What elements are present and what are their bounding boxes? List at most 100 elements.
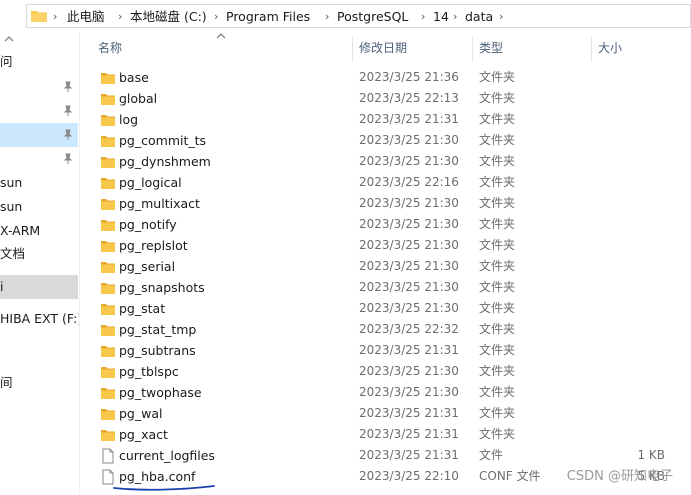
nav-item[interactable] bbox=[0, 99, 78, 123]
folder-row[interactable]: base 2023/3/25 21:36 文件夹 bbox=[96, 67, 691, 88]
column-header-size[interactable]: 大小 bbox=[598, 36, 622, 60]
file-name: global bbox=[119, 91, 158, 106]
folder-row[interactable]: pg_tblspc 2023/3/25 21:30 文件夹 bbox=[96, 361, 691, 382]
file-name: log bbox=[119, 112, 139, 127]
folder-row[interactable]: pg_commit_ts 2023/3/25 21:30 文件夹 bbox=[96, 130, 691, 151]
file-modified: 2023/3/25 21:30 bbox=[359, 196, 459, 210]
file-type: 文件夹 bbox=[479, 364, 516, 378]
file-modified: 2023/3/25 21:30 bbox=[359, 133, 459, 147]
nav-item-selected[interactable] bbox=[0, 123, 78, 147]
column-header-type[interactable]: 类型 bbox=[479, 36, 503, 60]
file-name: pg_multixact bbox=[119, 196, 200, 211]
nav-item-label: 文档 bbox=[0, 246, 26, 261]
breadcrumb-item[interactable]: 此电脑 bbox=[67, 8, 105, 26]
file-name: pg_tblspc bbox=[119, 364, 179, 379]
nav-item[interactable] bbox=[0, 147, 78, 171]
breadcrumb-item[interactable]: 14 bbox=[433, 8, 449, 26]
breadcrumb-item[interactable]: 本地磁盘 (C:) bbox=[130, 8, 207, 26]
file-modified: 2023/3/25 21:31 bbox=[359, 343, 459, 357]
folder-icon bbox=[101, 409, 115, 420]
column-header-name[interactable]: 名称 bbox=[98, 36, 122, 60]
nav-item[interactable] bbox=[0, 75, 78, 99]
nav-item[interactable]: HIBA EXT (F:) bbox=[0, 307, 80, 331]
chevron-right-icon[interactable]: › bbox=[118, 8, 122, 26]
chevron-right-icon[interactable]: › bbox=[499, 8, 503, 26]
file-name: pg_logical bbox=[119, 175, 182, 190]
folder-icon bbox=[101, 136, 115, 147]
column-divider[interactable] bbox=[352, 36, 353, 62]
file-type: 文件夹 bbox=[479, 133, 516, 147]
file-modified: 2023/3/25 21:30 bbox=[359, 217, 459, 231]
nav-item-current[interactable]: i bbox=[0, 275, 78, 299]
file-name: pg_twophase bbox=[119, 385, 202, 400]
address-bar[interactable]: › 此电脑 › 本地磁盘 (C:) › Program Files › Post… bbox=[26, 4, 691, 28]
folder-icon bbox=[101, 94, 115, 105]
file-row[interactable]: current_logfiles 2023/3/25 21:31 文件 1 KB bbox=[96, 445, 691, 466]
folder-row[interactable]: pg_twophase 2023/3/25 21:30 文件夹 bbox=[96, 382, 691, 403]
pin-icon[interactable] bbox=[62, 105, 74, 117]
folder-row[interactable]: pg_multixact 2023/3/25 21:30 文件夹 bbox=[96, 193, 691, 214]
folder-icon bbox=[101, 262, 115, 273]
pin-icon[interactable] bbox=[62, 129, 74, 141]
column-header-modified[interactable]: 修改日期 bbox=[359, 36, 407, 60]
file-size: 1 KB bbox=[637, 448, 665, 462]
column-divider[interactable] bbox=[591, 36, 592, 62]
nav-item[interactable]: X-ARM bbox=[0, 219, 78, 243]
file-modified: 2023/3/25 21:30 bbox=[359, 238, 459, 252]
address-bar-container: › 此电脑 › 本地磁盘 (C:) › Program Files › Post… bbox=[0, 0, 691, 32]
folder-row[interactable]: pg_logical 2023/3/25 22:16 文件夹 bbox=[96, 172, 691, 193]
chevron-right-icon[interactable]: › bbox=[214, 8, 218, 26]
nav-item[interactable]: sun bbox=[0, 195, 78, 219]
file-modified: 2023/3/25 21:30 bbox=[359, 364, 459, 378]
navigation-pane[interactable]: 问 sun sun X-ARM 文档 i HIBA EXT (F:) 间 bbox=[0, 32, 80, 495]
file-type: 文件夹 bbox=[479, 343, 516, 357]
file-name: pg_dynshmem bbox=[119, 154, 211, 169]
column-divider[interactable] bbox=[472, 36, 473, 62]
nav-item[interactable]: 文档 bbox=[0, 242, 78, 266]
file-modified: 2023/3/25 22:13 bbox=[359, 91, 459, 105]
file-modified: 2023/3/25 21:31 bbox=[359, 406, 459, 420]
pin-icon[interactable] bbox=[62, 81, 74, 93]
nav-item-label: HIBA EXT (F:) bbox=[0, 311, 80, 326]
nav-item[interactable]: 问 bbox=[0, 50, 78, 74]
nav-item[interactable]: sun bbox=[0, 171, 78, 195]
breadcrumb-item[interactable]: Program Files bbox=[226, 8, 310, 26]
folder-icon bbox=[101, 241, 115, 252]
folder-row[interactable]: global 2023/3/25 22:13 文件夹 bbox=[96, 88, 691, 109]
nav-item[interactable]: 间 bbox=[0, 371, 78, 395]
chevron-right-icon[interactable]: › bbox=[325, 8, 329, 26]
folder-row[interactable]: pg_subtrans 2023/3/25 21:31 文件夹 bbox=[96, 340, 691, 361]
file-name: pg_commit_ts bbox=[119, 133, 207, 148]
file-name: pg_notify bbox=[119, 217, 177, 232]
file-type: 文件夹 bbox=[479, 427, 516, 441]
folder-row[interactable]: pg_dynshmem 2023/3/25 21:30 文件夹 bbox=[96, 151, 691, 172]
chevron-right-icon[interactable]: › bbox=[53, 8, 57, 26]
chevron-right-icon[interactable]: › bbox=[421, 8, 425, 26]
folder-row[interactable]: pg_serial 2023/3/25 21:30 文件夹 bbox=[96, 256, 691, 277]
breadcrumb-item[interactable]: PostgreSQL bbox=[337, 8, 408, 26]
folder-icon bbox=[101, 430, 115, 441]
file-name: pg_replslot bbox=[119, 238, 188, 253]
folder-row[interactable]: pg_snapshots 2023/3/25 21:30 文件夹 bbox=[96, 277, 691, 298]
folder-row[interactable]: pg_stat_tmp 2023/3/25 22:32 文件夹 bbox=[96, 319, 691, 340]
folder-row[interactable]: pg_xact 2023/3/25 21:31 文件夹 bbox=[96, 424, 691, 445]
breadcrumb-item[interactable]: data bbox=[465, 8, 493, 26]
file-type: 文件夹 bbox=[479, 91, 516, 105]
folder-row[interactable]: pg_stat 2023/3/25 21:30 文件夹 bbox=[96, 298, 691, 319]
folder-row[interactable]: log 2023/3/25 21:31 文件夹 bbox=[96, 109, 691, 130]
sort-ascending-icon bbox=[216, 33, 226, 39]
folder-row[interactable]: pg_replslot 2023/3/25 21:30 文件夹 bbox=[96, 235, 691, 256]
scroll-up-icon[interactable] bbox=[4, 36, 14, 42]
file-name: pg_snapshots bbox=[119, 280, 205, 295]
file-modified: 2023/3/25 22:16 bbox=[359, 175, 459, 189]
chevron-right-icon[interactable]: › bbox=[453, 8, 457, 26]
pen-underline-annotation bbox=[113, 485, 215, 491]
file-type: 文件夹 bbox=[479, 112, 516, 126]
pin-icon[interactable] bbox=[62, 153, 74, 165]
folder-row[interactable]: pg_wal 2023/3/25 21:31 文件夹 bbox=[96, 403, 691, 424]
folder-row[interactable]: pg_notify 2023/3/25 21:30 文件夹 bbox=[96, 214, 691, 235]
file-type: 文件夹 bbox=[479, 238, 516, 252]
folder-icon bbox=[101, 367, 115, 378]
nav-item-label: 问 bbox=[0, 54, 13, 69]
folder-icon bbox=[101, 115, 115, 126]
